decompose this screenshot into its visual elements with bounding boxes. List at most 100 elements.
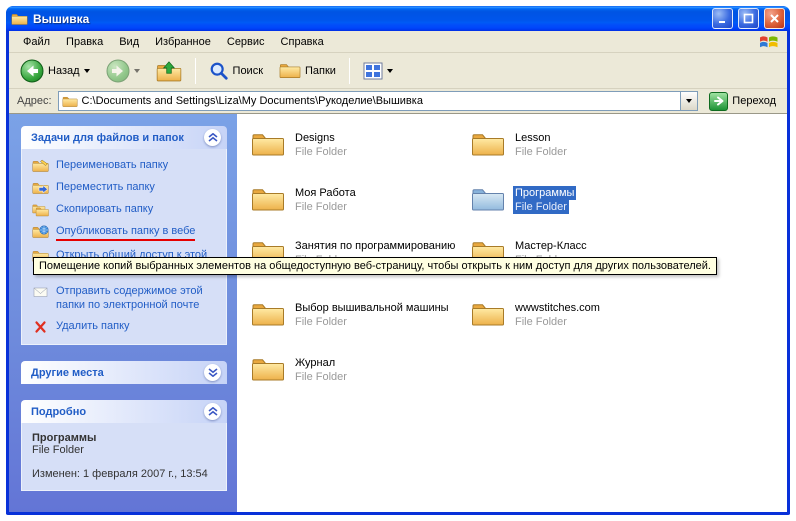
menu-edit[interactable]: Правка bbox=[58, 33, 111, 51]
collapse-button[interactable] bbox=[204, 129, 221, 146]
menu-help[interactable]: Справка bbox=[273, 33, 332, 51]
panel-file-folder-tasks: Задачи для файлов и папок Переименовать … bbox=[21, 126, 227, 345]
file-type: File Folder bbox=[513, 315, 569, 329]
file-name: Моя Работа bbox=[293, 186, 358, 200]
file-item[interactable]: ЖурналFile Folder bbox=[251, 355, 469, 384]
maximize-button[interactable] bbox=[738, 8, 759, 29]
task-label: Скопировать папку bbox=[56, 202, 153, 216]
rename-folder-icon bbox=[32, 159, 49, 173]
close-icon bbox=[769, 13, 780, 24]
file-type: File Folder bbox=[513, 145, 569, 159]
back-icon bbox=[20, 59, 44, 83]
search-button[interactable]: Поиск bbox=[202, 56, 270, 86]
maximize-icon bbox=[743, 13, 754, 24]
panel-other-places: Другие места bbox=[21, 361, 227, 384]
chevron-up-icon bbox=[208, 133, 218, 142]
task-pane: Задачи для файлов и папок Переименовать … bbox=[9, 114, 237, 512]
file-item[interactable]: Выбор вышивальной машиныFile Folder bbox=[251, 300, 469, 329]
file-name: Журнал bbox=[293, 356, 337, 370]
go-button[interactable]: Переход bbox=[704, 92, 781, 111]
toolbar: Назад Поиск Папки bbox=[9, 53, 787, 89]
folder-up-icon bbox=[156, 59, 182, 83]
tooltip: Помещение копий выбранных элементов на о… bbox=[33, 257, 717, 275]
task-copy-folder[interactable]: Скопировать папку bbox=[32, 202, 220, 217]
task-delete-folder[interactable]: Удалить папку bbox=[32, 319, 220, 334]
menu-file[interactable]: Файл bbox=[15, 33, 58, 51]
move-folder-icon bbox=[32, 181, 49, 195]
folders-icon bbox=[279, 61, 301, 80]
file-item[interactable]: DesignsFile Folder bbox=[251, 130, 469, 159]
search-label: Поиск bbox=[233, 65, 263, 77]
details-item-type: File Folder bbox=[32, 444, 220, 456]
folder-icon bbox=[471, 185, 505, 213]
panel-tasks-header[interactable]: Задачи для файлов и папок bbox=[21, 126, 227, 149]
go-label: Переход bbox=[732, 95, 776, 107]
file-name: Программы bbox=[513, 186, 576, 200]
address-bar: Адрес: C:\Documents and Settings\Liza\My… bbox=[9, 89, 787, 114]
minimize-button[interactable] bbox=[712, 8, 733, 29]
explorer-window: Вышивка Файл Правка Вид Избранное Сервис… bbox=[6, 6, 790, 515]
file-item-selected[interactable]: ПрограммыFile Folder bbox=[471, 185, 689, 214]
toolbar-separator bbox=[195, 58, 196, 84]
file-name: wwwstitches.com bbox=[513, 301, 602, 315]
file-item[interactable]: LessonFile Folder bbox=[471, 130, 689, 159]
file-list-area[interactable]: DesignsFile Folder LessonFile Folder Моя… bbox=[237, 114, 787, 512]
go-arrow-icon bbox=[709, 92, 728, 111]
panel-details-header[interactable]: Подробно bbox=[21, 400, 227, 423]
window-folder-icon bbox=[11, 12, 28, 26]
minimize-icon bbox=[717, 13, 728, 24]
folder-icon bbox=[251, 130, 285, 158]
email-folder-icon bbox=[32, 285, 49, 299]
menu-favorites[interactable]: Избранное bbox=[147, 33, 219, 51]
address-input[interactable]: C:\Documents and Settings\Liza\My Docume… bbox=[58, 91, 699, 111]
task-label: Удалить папку bbox=[56, 319, 130, 333]
file-item[interactable]: wwwstitches.comFile Folder bbox=[471, 300, 689, 329]
views-dropdown-icon bbox=[387, 69, 393, 73]
file-name: Выбор вышивальной машины bbox=[293, 301, 451, 315]
task-rename-folder[interactable]: Переименовать папку bbox=[32, 158, 220, 173]
folder-icon bbox=[471, 130, 505, 158]
menu-bar: Файл Правка Вид Избранное Сервис Справка bbox=[9, 31, 787, 53]
folder-icon bbox=[251, 185, 285, 213]
task-move-folder[interactable]: Переместить папку bbox=[32, 180, 220, 195]
back-button[interactable]: Назад bbox=[13, 56, 97, 86]
task-publish-folder-web[interactable]: Опубликовать папку в вебе bbox=[32, 224, 220, 241]
menu-view[interactable]: Вид bbox=[111, 33, 147, 51]
window-body: Задачи для файлов и папок Переименовать … bbox=[9, 114, 787, 512]
windows-logo-icon bbox=[759, 33, 779, 51]
file-name: Lesson bbox=[513, 131, 552, 145]
panel-other-places-header[interactable]: Другие места bbox=[21, 361, 227, 384]
menu-tools[interactable]: Сервис bbox=[219, 33, 273, 51]
publish-web-icon bbox=[32, 225, 49, 239]
title-bar[interactable]: Вышивка bbox=[6, 6, 790, 31]
folder-icon bbox=[251, 300, 285, 328]
panel-details-body: Программы File Folder Изменен: 1 февраля… bbox=[21, 423, 227, 491]
forward-button[interactable] bbox=[99, 56, 147, 86]
folder-icon bbox=[471, 300, 505, 328]
toolbar-separator bbox=[349, 58, 350, 84]
file-item[interactable]: Моя РаботаFile Folder bbox=[251, 185, 469, 214]
address-dropdown-button[interactable] bbox=[680, 92, 697, 110]
panel-tasks-body: Переименовать папку Переместить папку Ск… bbox=[21, 149, 227, 345]
panel-details: Подробно Программы File Folder Изменен: … bbox=[21, 400, 227, 491]
up-button[interactable] bbox=[149, 56, 189, 86]
folders-button[interactable]: Папки bbox=[272, 56, 343, 86]
views-button[interactable] bbox=[356, 56, 400, 86]
expand-button[interactable] bbox=[204, 364, 221, 381]
details-modified: Изменен: 1 февраля 2007 г., 13:54 bbox=[32, 468, 220, 480]
task-label: Отправить содержимое этой папки по элект… bbox=[56, 284, 220, 313]
panel-details-title: Подробно bbox=[31, 406, 86, 418]
task-email-folder[interactable]: Отправить содержимое этой папки по элект… bbox=[32, 284, 220, 313]
views-icon bbox=[363, 62, 383, 80]
window-title: Вышивка bbox=[33, 12, 707, 26]
copy-folder-icon bbox=[32, 203, 49, 217]
folders-label: Папки bbox=[305, 65, 336, 77]
details-item-name: Программы bbox=[32, 432, 220, 444]
close-button[interactable] bbox=[764, 8, 785, 29]
back-dropdown-icon bbox=[84, 69, 90, 73]
forward-icon bbox=[106, 59, 130, 83]
address-value: C:\Documents and Settings\Liza\My Docume… bbox=[82, 95, 677, 107]
collapse-button[interactable] bbox=[204, 403, 221, 420]
folder-icon bbox=[251, 355, 285, 383]
address-folder-icon bbox=[62, 95, 78, 108]
